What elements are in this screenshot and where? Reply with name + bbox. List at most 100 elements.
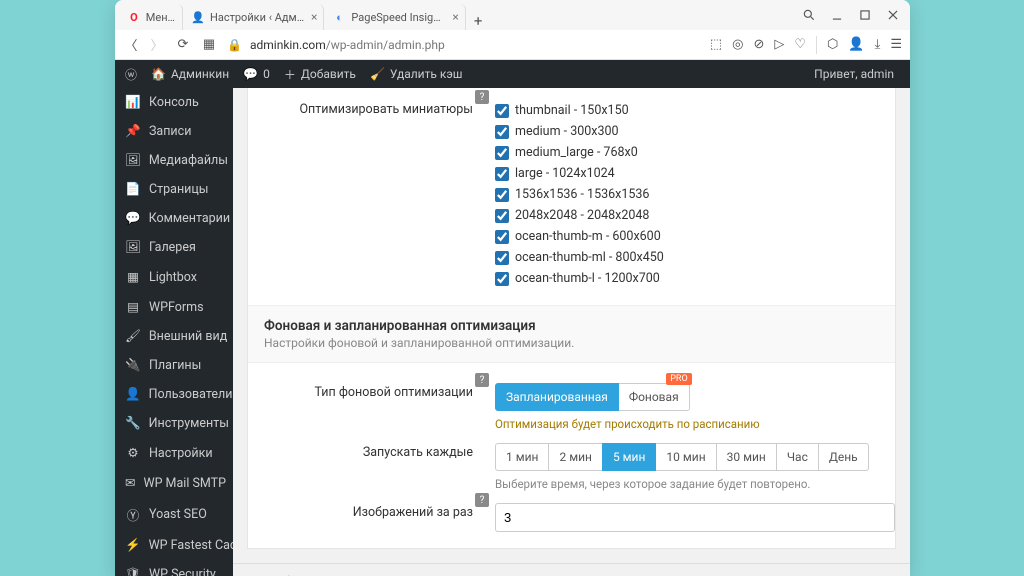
sidebar-item-11[interactable]: 🔌Плагины xyxy=(115,351,233,380)
opera-menu-button[interactable]: O Меню xyxy=(119,4,183,30)
wp-comments-link[interactable]: 💬 0 xyxy=(243,67,270,81)
thumbnail-checkbox-input[interactable] xyxy=(495,146,509,160)
tab-0-label: Настройки ‹ Админкин — xyxy=(210,11,305,24)
sidebar-item-6[interactable]: 🖼Галерея xyxy=(115,233,233,262)
interval-option-1[interactable]: 2 мин xyxy=(548,443,602,471)
thumbnail-checkbox-4[interactable]: 1536x1536 - 1536x1536 xyxy=(495,184,895,205)
thumbnail-checkbox-input[interactable] xyxy=(495,230,509,244)
comment-icon: 💬 xyxy=(243,67,258,81)
speed-dial-icon[interactable]: ▦ xyxy=(201,37,217,53)
sidebar-item-5[interactable]: 💬Комментарии xyxy=(115,204,233,233)
wp-footer: Спасибо вам за творчество с WordPress. В… xyxy=(233,563,910,576)
thumbnail-checkbox-input[interactable] xyxy=(495,104,509,118)
wp-add-new-link[interactable]: ＋ Добавить xyxy=(284,66,356,83)
thumbnail-checkbox-input[interactable] xyxy=(495,272,509,286)
sidebar-item-8[interactable]: ▤WPForms xyxy=(115,292,233,322)
plus-icon: ＋ xyxy=(284,66,296,83)
bg-section-header: Фоновая и запланированная оптимизация На… xyxy=(248,305,895,363)
thumbnail-checkbox-label: ocean-thumb-m - 600x600 xyxy=(515,229,661,244)
sidebar-item-icon: ⚙ xyxy=(125,445,141,461)
sidebar-item-label: Записи xyxy=(149,124,191,139)
sidebar-item-15[interactable]: ✉WP Mail SMTP xyxy=(115,468,233,498)
nav-forward-icon[interactable]: 〉 xyxy=(149,37,165,53)
interval-option-0[interactable]: 1 мин xyxy=(495,443,549,471)
interval-option-3[interactable]: 10 мин xyxy=(655,443,716,471)
sidebar-item-13[interactable]: 🔧Инструменты xyxy=(115,409,233,438)
download-icon[interactable]: ⤓ xyxy=(875,37,881,52)
sidebar-item-icon: ▦ xyxy=(125,269,141,285)
sidebar-item-label: Консоль xyxy=(149,95,199,110)
new-tab-button[interactable]: + xyxy=(466,12,491,30)
sidebar-item-label: Yoast SEO xyxy=(149,507,207,522)
interval-hint: Выберите время, через которое задание бу… xyxy=(495,477,895,491)
wp-clear-cache-label: Удалить кэш xyxy=(390,67,463,81)
snapshot-icon[interactable]: ⬚ xyxy=(710,37,722,52)
sidebar-item-3[interactable]: 🖼Медиафайлы xyxy=(115,146,233,175)
tab-1[interactable]: ◐ PageSpeed Insights × xyxy=(324,4,465,30)
window-minimize-icon[interactable] xyxy=(830,8,844,22)
profile-icon[interactable]: 👤 xyxy=(848,37,864,52)
toolbar-icons: ⬚ ◎ ⊘ ▷ ♡ ⬡ 👤 ⤓ ☰ xyxy=(710,36,902,54)
tab-0[interactable]: 👤 Настройки ‹ Админкин — × xyxy=(183,4,324,30)
sidebar-item-18[interactable]: ⚡WP Fastest Cache xyxy=(115,531,233,560)
easy-setup-icon[interactable]: ☰ xyxy=(890,37,902,52)
opera-icon: O xyxy=(127,10,141,24)
thumbnail-checkbox-3[interactable]: large - 1024x1024 xyxy=(495,163,895,184)
thumbnail-checkbox-input[interactable] xyxy=(495,188,509,202)
interval-option-4[interactable]: 30 мин xyxy=(716,443,777,471)
bg-type-option-1[interactable]: Фоновая xyxy=(618,383,690,411)
interval-option-2[interactable]: 5 мин xyxy=(602,443,656,471)
sidebar-item-19[interactable]: 🛡WP Security xyxy=(115,560,233,576)
interval-option-6[interactable]: День xyxy=(818,443,869,471)
tab-1-close-icon[interactable]: × xyxy=(452,10,458,24)
thumbnail-checkbox-1[interactable]: medium - 300x300 xyxy=(495,121,895,142)
window-maximize-icon[interactable] xyxy=(858,8,872,22)
thumbnail-checkbox-input[interactable] xyxy=(495,209,509,223)
interval-option-5[interactable]: Час xyxy=(776,443,819,471)
wp-admin-area: 📊Консоль📌Записи🖼Медиафайлы📄Страницы💬Комм… xyxy=(115,88,910,576)
tab-0-close-icon[interactable]: × xyxy=(311,10,317,24)
camera-icon[interactable]: ◎ xyxy=(732,37,743,52)
sidebar-item-7[interactable]: ▦Lightbox xyxy=(115,262,233,292)
bg-type-option-0[interactable]: Запланированная xyxy=(495,383,619,411)
wp-greeting-text: Привет, admin xyxy=(814,67,894,81)
nav-back-icon[interactable]: 〈 xyxy=(123,37,139,53)
wp-clear-cache-link[interactable]: 🧹 Удалить кэш xyxy=(370,67,463,81)
thumbnail-checkbox-5[interactable]: 2048x2048 - 2048x2048 xyxy=(495,205,895,226)
adblock-icon[interactable]: ⊘ xyxy=(753,37,764,52)
thumbnail-checkbox-8[interactable]: ocean-thumb-l - 1200x700 xyxy=(495,268,895,289)
thumbnail-checkbox-0[interactable]: thumbnail - 150x150 xyxy=(495,100,895,121)
sidebar-item-14[interactable]: ⚙Настройки xyxy=(115,438,233,468)
thumbnail-checkbox-input[interactable] xyxy=(495,125,509,139)
bookmark-icon[interactable]: ♡ xyxy=(794,37,806,52)
search-icon[interactable] xyxy=(802,8,816,22)
help-icon[interactable]: ? xyxy=(475,493,489,507)
help-icon[interactable]: ? xyxy=(475,373,489,387)
batch-input[interactable] xyxy=(495,503,895,532)
window-close-icon[interactable] xyxy=(886,8,900,22)
thumbnail-checkbox-2[interactable]: medium_large - 768x0 xyxy=(495,142,895,163)
help-icon[interactable]: ? xyxy=(475,90,489,104)
thumbnails-label: Оптимизировать миниатюры ? xyxy=(248,100,483,289)
extensions-icon[interactable]: ⬡ xyxy=(827,37,838,52)
thumbnail-checkbox-input[interactable] xyxy=(495,251,509,265)
sidebar-item-2[interactable]: 📌Записи xyxy=(115,117,233,146)
wp-greeting[interactable]: Привет, admin xyxy=(814,67,900,81)
sidebar-item-0[interactable]: 📊Консоль xyxy=(115,88,233,117)
player-icon[interactable]: ▷ xyxy=(774,37,784,52)
url-field[interactable]: 🔒 adminkin.com/wp-admin/admin.php xyxy=(227,38,700,52)
sidebar-item-icon: 🖼 xyxy=(125,240,141,255)
thumbnail-checkbox-label: medium_large - 768x0 xyxy=(515,145,638,160)
sidebar-item-10[interactable]: 🖌Внешний вид xyxy=(115,322,233,351)
sidebar-item-17[interactable]: ⓎYoast SEO xyxy=(115,498,233,531)
thumbnail-checkbox-6[interactable]: ocean-thumb-m - 600x600 xyxy=(495,226,895,247)
sidebar-item-4[interactable]: 📄Страницы xyxy=(115,175,233,204)
wp-site-link[interactable]: 🏠 Админкин xyxy=(151,67,229,81)
reload-icon[interactable]: ⟳ xyxy=(175,37,191,53)
thumbnail-checkbox-7[interactable]: ocean-thumb-ml - 800x450 xyxy=(495,247,895,268)
sidebar-item-label: Комментарии xyxy=(149,211,231,226)
sidebar-item-12[interactable]: 👤Пользователи xyxy=(115,380,233,409)
thumbnail-checkbox-input[interactable] xyxy=(495,167,509,181)
wp-comments-count: 0 xyxy=(263,67,270,81)
wp-logo-icon[interactable]: ⓦ xyxy=(125,66,137,83)
